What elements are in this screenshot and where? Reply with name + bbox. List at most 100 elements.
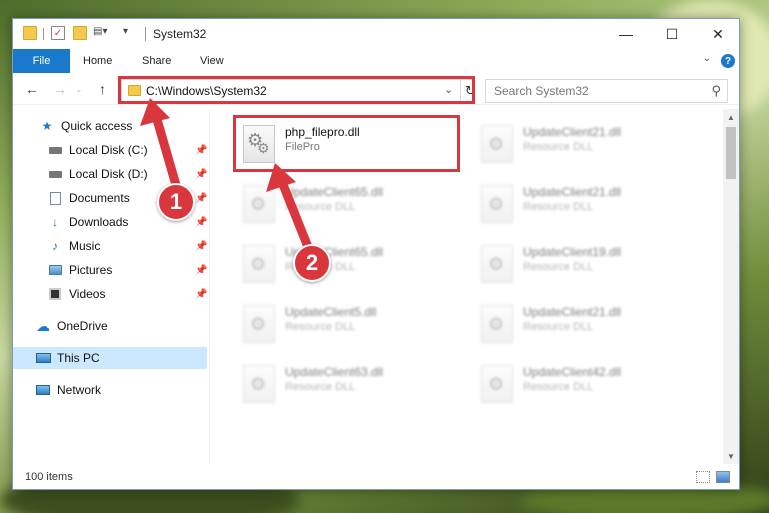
file-item[interactable]: ⚙ UpdateClient19.dll Resource DLL bbox=[475, 239, 705, 291]
file-name: UpdateClient63.dll bbox=[285, 365, 384, 379]
sidebar-item-label: This PC bbox=[57, 351, 100, 365]
address-path: C:\Windows\System32 bbox=[146, 84, 267, 98]
title-bar: ✓ ▤▾ ▾ System32 — ☐ ✕ bbox=[13, 19, 739, 49]
gear-icon: ⚙ bbox=[250, 254, 267, 274]
sidebar-item-pictures[interactable]: Pictures 📌 bbox=[13, 259, 209, 281]
sidebar-item-onedrive[interactable]: ☁ OneDrive bbox=[13, 315, 209, 337]
file-item[interactable]: ⚙ UpdateClient21.dll Resource DLL bbox=[475, 179, 705, 231]
sidebar-item-local-disk-d[interactable]: Local Disk (D:) 📌 bbox=[13, 163, 209, 185]
search-icon[interactable]: ⚲ bbox=[711, 83, 721, 99]
sidebar-item-network[interactable]: Network bbox=[13, 379, 209, 401]
help-button[interactable]: ? bbox=[721, 54, 735, 68]
close-button[interactable]: ✕ bbox=[695, 19, 741, 49]
maximize-button[interactable]: ☐ bbox=[649, 19, 695, 49]
network-icon bbox=[35, 383, 51, 397]
title-separator bbox=[145, 27, 146, 41]
file-item[interactable]: ⚙ UpdateClient21.dll Resource DLL bbox=[475, 119, 705, 171]
ribbon-collapse-button[interactable]: ⌄ bbox=[703, 53, 711, 64]
details-view-icon[interactable] bbox=[696, 471, 710, 483]
file-item[interactable]: ⚙ UpdateClient65.dll Resource DLL bbox=[237, 179, 467, 231]
back-arrow-icon[interactable]: ← bbox=[25, 81, 39, 97]
recent-chevron-icon[interactable]: ⌄ bbox=[75, 84, 83, 95]
sidebar-item-quick-access[interactable]: ★ Quick access bbox=[13, 115, 209, 137]
qa-separator bbox=[43, 28, 44, 40]
pin-icon[interactable]: 📌 bbox=[195, 265, 207, 276]
sidebar-item-label: Pictures bbox=[69, 263, 113, 277]
file-item[interactable]: ⚙ UpdateClient42.dll Resource DLL bbox=[475, 359, 705, 411]
tab-view[interactable]: View bbox=[200, 49, 224, 73]
properties-icon[interactable]: ✓ bbox=[51, 26, 65, 40]
star-icon: ★ bbox=[41, 119, 53, 133]
sidebar-item-label: Local Disk (D:) bbox=[69, 167, 148, 181]
sidebar-item-this-pc[interactable]: This PC bbox=[13, 347, 207, 369]
sidebar-item-label: Music bbox=[69, 239, 101, 253]
vertical-scrollbar[interactable]: ▲ ▼ bbox=[723, 109, 739, 464]
search-input[interactable]: Search System32 ⚲ bbox=[485, 79, 728, 103]
search-placeholder: Search System32 bbox=[494, 84, 589, 98]
tab-share[interactable]: Share bbox=[142, 49, 171, 73]
file-type: Resource DLL bbox=[285, 201, 356, 213]
scroll-up-icon[interactable]: ▲ bbox=[723, 109, 739, 125]
file-item-highlighted[interactable]: ⚙ ⚙ php_filepro.dll FilePro bbox=[237, 119, 467, 171]
sidebar-item-label: Local Disk (C:) bbox=[69, 143, 148, 157]
pin-icon[interactable]: 📌 bbox=[195, 145, 207, 156]
pin-icon[interactable]: 📌 bbox=[195, 289, 207, 300]
file-name: UpdateClient42.dll bbox=[523, 365, 622, 379]
file-type: Resource DLL bbox=[285, 321, 356, 333]
sidebar-item-label: OneDrive bbox=[57, 319, 108, 333]
pin-icon[interactable]: 📌 bbox=[195, 193, 207, 204]
sidebar-item-label: Downloads bbox=[69, 215, 129, 229]
drive-icon bbox=[47, 143, 63, 157]
drive-icon bbox=[47, 167, 63, 181]
navigation-pane: ★ Quick access Local Disk (C:) 📌 Local D… bbox=[13, 109, 209, 464]
file-item[interactable]: ⚙ UpdateClient21.dll Resource DLL bbox=[475, 299, 705, 351]
file-item[interactable]: ⚙ UpdateClient65.dll Resource DLL bbox=[237, 239, 467, 291]
tab-home[interactable]: Home bbox=[83, 49, 112, 73]
new-folder-icon[interactable] bbox=[73, 26, 87, 40]
large-icons-view-icon[interactable] bbox=[716, 471, 730, 483]
file-name: UpdateClient21.dll bbox=[523, 185, 622, 199]
callout-step-1: 1 bbox=[157, 183, 195, 221]
dll-file-icon: ⚙ bbox=[481, 185, 513, 223]
address-bar[interactable]: C:\Windows\System32 ⌄ ↻ bbox=[121, 79, 476, 103]
address-history-chevron-icon[interactable]: ⌄ bbox=[444, 83, 453, 96]
videos-icon bbox=[47, 287, 63, 301]
file-type: Resource DLL bbox=[285, 381, 356, 393]
scroll-thumb[interactable] bbox=[726, 127, 736, 179]
file-explorer-window: ✓ ▤▾ ▾ System32 — ☐ ✕ File Home Share Vi… bbox=[12, 18, 740, 490]
dropdown-icon[interactable]: ▾ bbox=[123, 26, 137, 40]
gear-icon: ⚙ bbox=[250, 194, 267, 214]
sidebar-item-music[interactable]: ♪ Music 📌 bbox=[13, 235, 209, 257]
folder-icon bbox=[128, 85, 141, 96]
tab-file[interactable]: File bbox=[13, 49, 70, 73]
sidebar-item-label: Documents bbox=[69, 191, 130, 205]
dll-file-icon: ⚙ bbox=[481, 125, 513, 163]
dll-file-icon: ⚙ bbox=[243, 185, 275, 223]
dll-file-icon: ⚙ bbox=[481, 365, 513, 403]
scroll-down-icon[interactable]: ▼ bbox=[723, 448, 739, 464]
pane-divider[interactable] bbox=[209, 109, 210, 464]
file-type: Resource DLL bbox=[523, 261, 594, 273]
callout-step-2: 2 bbox=[293, 244, 331, 282]
cloud-icon: ☁ bbox=[36, 317, 50, 334]
pin-icon[interactable]: 📌 bbox=[195, 217, 207, 228]
sidebar-item-videos[interactable]: Videos 📌 bbox=[13, 283, 209, 305]
file-item[interactable]: ⚙ UpdateClient63.dll Resource DLL bbox=[237, 359, 467, 411]
dll-file-icon: ⚙ ⚙ bbox=[243, 125, 275, 163]
dll-file-icon: ⚙ bbox=[481, 305, 513, 343]
file-name: UpdateClient21.dll bbox=[523, 125, 622, 139]
refresh-icon[interactable]: ↻ bbox=[460, 80, 480, 102]
pin-icon[interactable]: 📌 bbox=[195, 169, 207, 180]
file-name: UpdateClient19.dll bbox=[523, 245, 622, 259]
forward-arrow-icon[interactable]: → bbox=[53, 81, 67, 97]
minimize-button[interactable]: — bbox=[603, 19, 649, 49]
item-count: 100 items bbox=[25, 471, 73, 483]
sidebar-item-local-disk-c[interactable]: Local Disk (C:) 📌 bbox=[13, 139, 209, 161]
up-arrow-icon[interactable]: ↑ bbox=[99, 81, 106, 97]
customize-toolbar-icon[interactable]: ▤▾ bbox=[93, 26, 107, 40]
pin-icon[interactable]: 📌 bbox=[195, 241, 207, 252]
file-type: Resource DLL bbox=[523, 321, 594, 333]
file-type: Resource DLL bbox=[523, 201, 594, 213]
gear-icon: ⚙ bbox=[488, 374, 505, 394]
file-item[interactable]: ⚙ UpdateClient5.dll Resource DLL bbox=[237, 299, 467, 351]
